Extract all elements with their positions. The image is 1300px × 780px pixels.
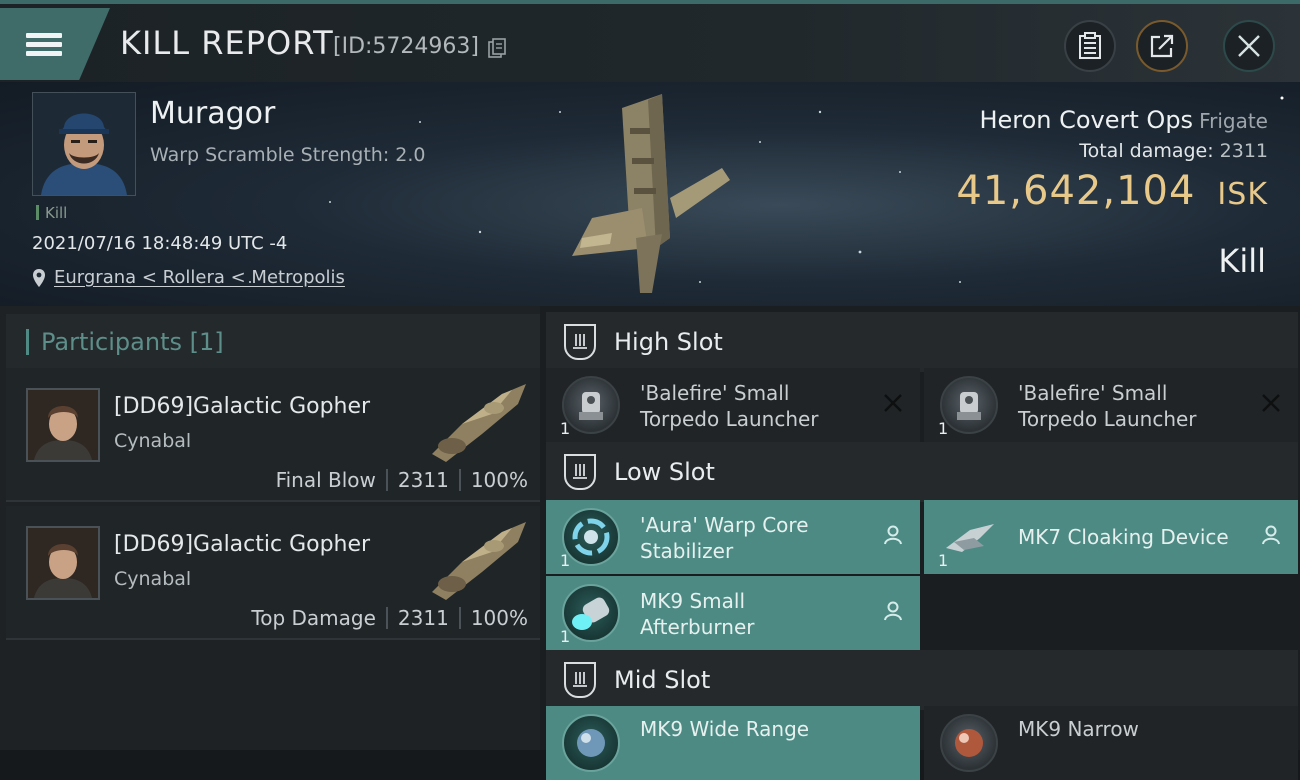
module-card[interactable]: 1 MK7 Cloaking Device — [924, 500, 1298, 574]
mid-slot-icon — [564, 662, 596, 698]
module-quantity: 1 — [938, 419, 949, 438]
module-card[interactable]: MK9 Narrow — [924, 706, 1298, 780]
torpedo-launcher-icon — [940, 376, 998, 434]
victim-ship-class: Frigate — [1199, 109, 1268, 133]
module-card[interactable]: 1 'Aura' Warp Core Stabilizer — [546, 500, 920, 574]
low-slot-header: Low Slot — [546, 442, 1298, 502]
isk-unit: ISK — [1217, 177, 1268, 212]
module-name: MK7 Cloaking Device — [1018, 525, 1229, 549]
share-button[interactable] — [1136, 20, 1188, 72]
wide-range-module-icon — [562, 714, 620, 772]
low-slot-label: Low Slot — [614, 458, 715, 486]
module-card[interactable]: 1 MK9 Small Afterburner — [546, 576, 920, 650]
narrow-module-icon — [940, 714, 998, 772]
warp-core-stabilizer-icon — [562, 508, 620, 566]
page-title: KILL REPORT — [120, 24, 334, 62]
clipboard-icon — [1079, 32, 1101, 59]
clipboard-button[interactable] — [1064, 20, 1116, 72]
module-name: 'Balefire' Small Torpedo Launcher — [640, 381, 819, 431]
total-damage-label: Total damage: — [1079, 140, 1214, 162]
module-card[interactable]: 1 'Balefire' Small Torpedo Launcher — [546, 368, 920, 442]
total-damage-line: Total damage: 2311 — [1079, 140, 1268, 162]
participant-name[interactable]: [DD69]Galactic Gopher — [114, 532, 370, 557]
victim-ship-line: Heron Covert Ops Frigate — [979, 106, 1268, 134]
participant-avatar[interactable] — [26, 388, 100, 462]
module-name: 'Aura' Warp Core Stabilizer — [640, 513, 809, 563]
kill-tag: Kill — [36, 204, 67, 222]
victim-ship-image — [572, 94, 730, 293]
isk-value: 41,642,104 — [956, 168, 1196, 214]
location-pin-icon — [33, 268, 45, 287]
participant-role: Final Blow — [275, 468, 376, 492]
module-card[interactable]: MK9 Wide Range — [546, 706, 920, 780]
victim-avatar[interactable] — [32, 92, 136, 196]
module-quantity: 1 — [560, 627, 571, 646]
module-name: MK9 Wide Range — [640, 717, 810, 741]
participant-percent: 100% — [470, 606, 528, 630]
participant-row[interactable]: [DD69]Galactic Gopher Cynabal Final Blow… — [6, 368, 540, 502]
participant-percent: 100% — [470, 468, 528, 492]
module-name: MK9 Small Afterburner — [640, 589, 755, 639]
hamburger-icon — [26, 29, 62, 60]
mid-slot-header: Mid Slot — [546, 650, 1298, 710]
copy-icon[interactable] — [488, 38, 506, 58]
module-name: MK9 Narrow — [1018, 717, 1139, 741]
afterburner-icon — [562, 584, 620, 642]
dropped-person-icon — [1262, 525, 1280, 545]
victim-name[interactable]: Muragor — [150, 96, 275, 131]
high-slot-label: High Slot — [614, 328, 723, 356]
close-icon — [1238, 35, 1260, 57]
location-text[interactable]: Eurgrana < Rollera < Metropolis — [54, 267, 345, 288]
mid-slot-label: Mid Slot — [614, 666, 711, 694]
close-button[interactable] — [1223, 20, 1275, 72]
participants-header[interactable]: Participants [1] — [6, 314, 540, 370]
top-bar: KILL REPORT [ID:5724963] — [0, 0, 1300, 82]
participant-stats: Final Blow 2311 100% — [276, 468, 528, 492]
dropped-person-icon — [884, 601, 902, 621]
hamburger-menu-button[interactable] — [0, 8, 110, 80]
participant-damage: 2311 — [397, 468, 449, 492]
participant-stats: Top Damage 2311 100% — [251, 606, 528, 630]
share-icon — [1150, 34, 1174, 58]
participant-row[interactable]: [DD69]Galactic Gopher Cynabal Top Damage… — [6, 506, 540, 640]
module-card[interactable]: 1 'Balefire' Small Torpedo Launcher — [924, 368, 1298, 442]
victim-ship-name[interactable]: Heron Covert Ops — [979, 106, 1193, 134]
low-slot-icon — [564, 454, 596, 490]
module-quantity: 1 — [560, 551, 571, 570]
module-quantity: 1 — [560, 419, 571, 438]
torpedo-launcher-icon — [562, 376, 620, 434]
cloaking-device-icon — [940, 508, 998, 566]
module-quantity: 1 — [938, 551, 949, 570]
participant-role: Top Damage — [251, 606, 376, 630]
destroyed-x-icon — [884, 394, 902, 412]
module-name: 'Balefire' Small Torpedo Launcher — [1018, 381, 1197, 431]
participant-name[interactable]: [DD69]Galactic Gopher — [114, 394, 370, 419]
kill-location-link[interactable]: Eurgrana < Rollera < Metropolis — [32, 267, 345, 288]
participant-damage: 2311 — [397, 606, 449, 630]
kill-result-label: Kill — [1218, 242, 1266, 280]
victim-header: Muragor Warp Scramble Strength: 2.0 Kill… — [0, 82, 1300, 306]
kill-timestamp: 2021/07/16 18:48:49 UTC -4 — [32, 233, 288, 254]
destroyed-x-icon — [1262, 394, 1280, 412]
participant-ship: Cynabal — [114, 568, 192, 590]
high-slot-icon — [564, 324, 596, 360]
dropped-person-icon — [884, 525, 902, 545]
participants-panel: Participants [1] [DD69]Galactic Gopher C… — [0, 306, 540, 750]
participant-avatar[interactable] — [26, 526, 100, 600]
participant-ship: Cynabal — [114, 430, 192, 452]
high-slot-header: High Slot — [546, 312, 1298, 372]
total-damage-value: 2311 — [1219, 140, 1268, 162]
warp-scramble-strength: Warp Scramble Strength: 2.0 — [150, 144, 426, 166]
participant-ship-image — [432, 384, 526, 462]
isk-value-line: 41,642,104 ISK — [956, 168, 1268, 214]
participant-ship-image — [432, 522, 526, 600]
fitting-panel: High Slot 1 'Balefire' Small Torpedo Lau… — [540, 306, 1300, 780]
report-id: [ID:5724963] — [333, 34, 479, 59]
